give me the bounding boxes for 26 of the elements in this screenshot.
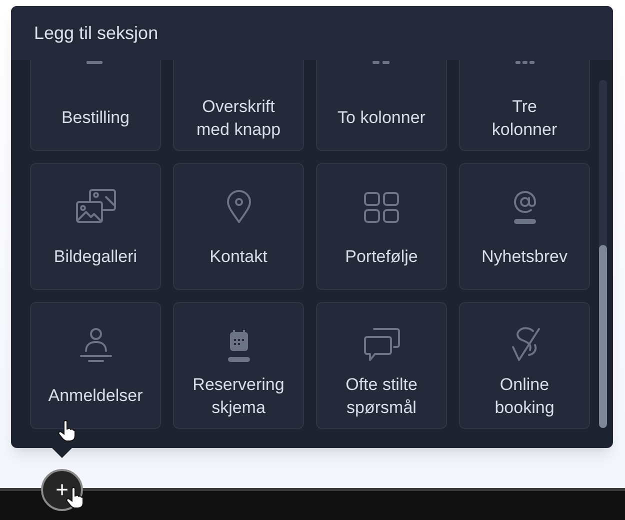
scrollbar[interactable] bbox=[599, 80, 607, 428]
at-sign-icon bbox=[512, 190, 536, 224]
section-tile[interactable]: Anmeldelser bbox=[30, 302, 161, 429]
map-pin-icon bbox=[226, 190, 252, 224]
section-tile[interactable]: Bestilling bbox=[30, 60, 161, 151]
calendar-icon bbox=[226, 329, 250, 363]
section-tile[interactable]: Tre kolonner bbox=[459, 60, 590, 151]
section-tile[interactable]: Bildegalleri bbox=[30, 163, 161, 290]
icon-fragment-icon bbox=[372, 61, 391, 64]
section-tile[interactable]: Portefølje bbox=[316, 163, 447, 290]
section-tile[interactable]: Overskrift med knapp bbox=[173, 60, 304, 151]
person-icon bbox=[80, 327, 112, 363]
chat-bubbles-icon bbox=[362, 327, 400, 363]
section-tile[interactable]: Online booking bbox=[459, 302, 590, 429]
section-tile[interactable]: Reservering skjema bbox=[173, 302, 304, 429]
section-tile[interactable]: Nyhetsbrev bbox=[459, 163, 590, 290]
section-tile[interactable]: Kontakt bbox=[173, 163, 304, 290]
hand-cursor-icon bbox=[66, 487, 84, 509]
pictures-icon bbox=[74, 188, 116, 224]
hand-cursor-icon bbox=[58, 420, 76, 442]
panel-title: Legg til seksjon bbox=[11, 6, 613, 60]
icon-fragment-icon bbox=[86, 61, 105, 64]
grid-icon bbox=[364, 192, 400, 224]
icon-fragment-icon bbox=[515, 61, 534, 64]
section-tile[interactable]: Ofte stilte spørsmål bbox=[316, 302, 447, 429]
section-tile[interactable]: To kolonner bbox=[316, 60, 447, 151]
